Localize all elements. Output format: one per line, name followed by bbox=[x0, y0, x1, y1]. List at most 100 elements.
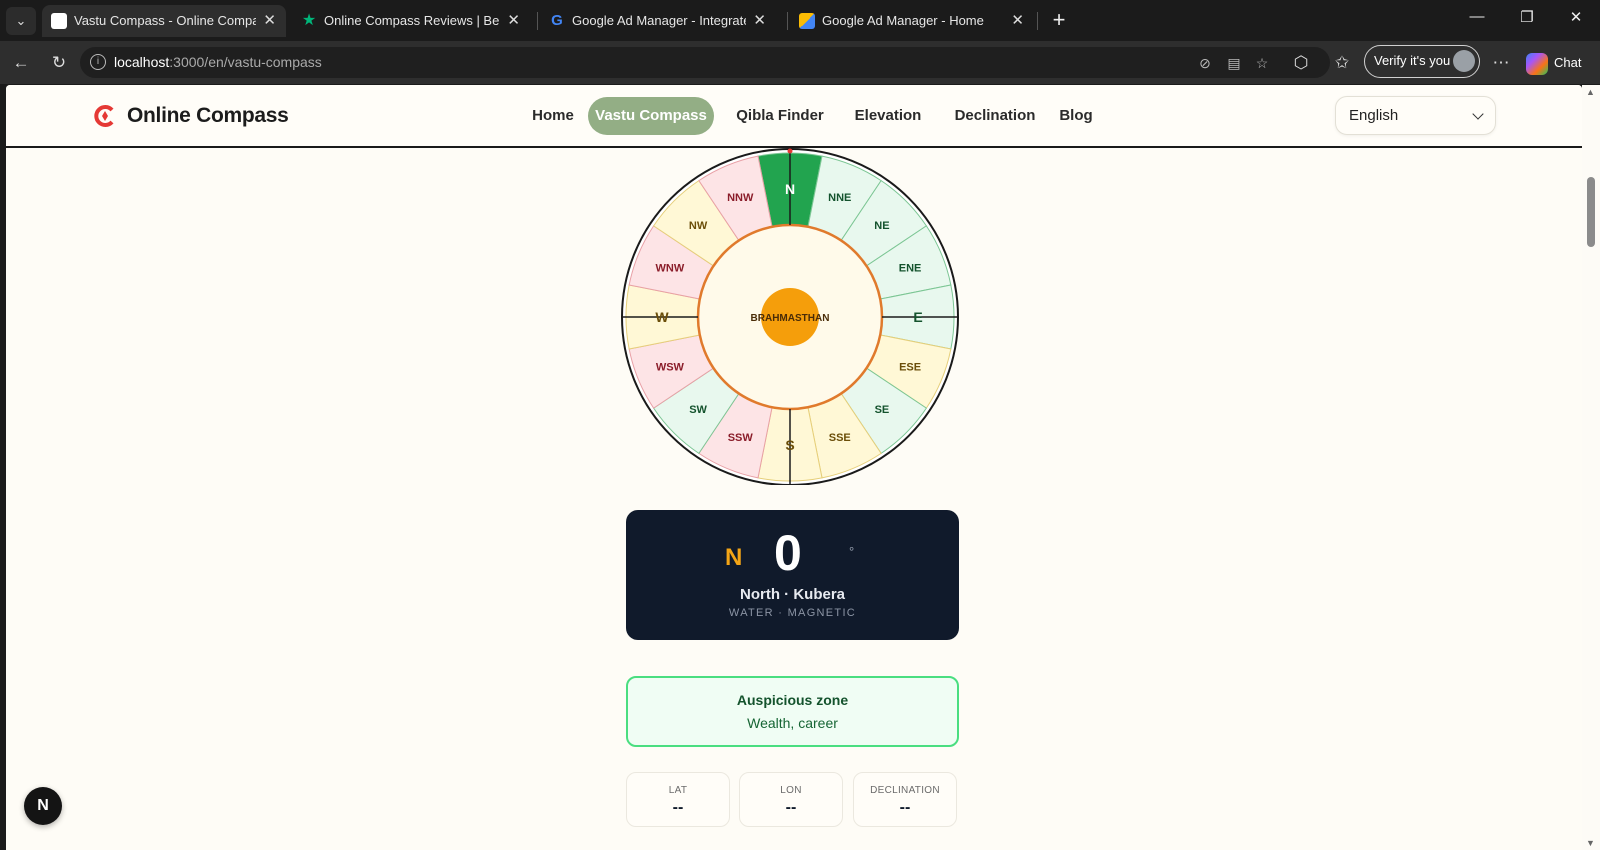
tab-reviews[interactable]: ★ Online Compass Reviews | Be the fi ✕ bbox=[292, 5, 530, 37]
reader-mode-icon[interactable]: ▤ bbox=[1224, 53, 1244, 73]
zone-label-se: SE bbox=[875, 404, 890, 416]
tab-vastu-compass[interactable]: Vastu Compass - Online Compass ✕ bbox=[42, 5, 286, 37]
page-scrollbar[interactable]: ▲ ▼ bbox=[1582, 85, 1600, 850]
google-g-icon: G bbox=[551, 12, 563, 29]
lon-card: LON -- bbox=[739, 772, 843, 827]
ad-manager-icon bbox=[799, 13, 815, 29]
site-header: Online Compass Home Vastu Compass Qibla … bbox=[6, 85, 1582, 148]
stat-value: -- bbox=[672, 799, 684, 816]
zone-title: Auspicious zone bbox=[736, 692, 849, 708]
browser-toolbar: ← ↻ i localhost:3000/en/vastu-compass ⊘ … bbox=[0, 41, 1600, 84]
direction-name: North · Kubera bbox=[740, 586, 845, 603]
tab-title: Google Ad Manager - Integrated A bbox=[572, 13, 746, 28]
zone-description: Wealth, career bbox=[747, 715, 838, 731]
language-select[interactable]: English bbox=[1335, 96, 1496, 135]
zone-label-ne: NE bbox=[874, 220, 889, 232]
compass-svg: N NNE NE ENE E ESE SE SSE S SSW SW WSW W WNW NW NNW BRAH… bbox=[621, 148, 959, 485]
nextjs-dev-badge[interactable]: N bbox=[24, 787, 62, 825]
chat-label: Chat bbox=[1554, 55, 1582, 70]
address-bar[interactable]: i localhost:3000/en/vastu-compass ⊘ ▤ ☆ bbox=[80, 47, 1330, 78]
close-tab-icon[interactable]: ✕ bbox=[507, 5, 520, 37]
profile-avatar bbox=[1453, 50, 1475, 72]
nav-blog[interactable]: Blog bbox=[1056, 97, 1096, 135]
brand-name: Online Compass bbox=[127, 104, 289, 127]
zone-label-nnw: NNW bbox=[727, 192, 754, 204]
chevron-down-icon bbox=[1472, 108, 1484, 120]
url-host: localhost bbox=[114, 54, 170, 70]
zone-label-wnw: WNW bbox=[656, 262, 685, 274]
tab-separator bbox=[537, 12, 538, 30]
browser-tab-bar: ⌄ Vastu Compass - Online Compass ✕ ★ Onl… bbox=[0, 0, 1600, 41]
nav-vastu-compass[interactable]: Vastu Compass bbox=[588, 97, 714, 135]
page-viewport: Online Compass Home Vastu Compass Qibla … bbox=[6, 85, 1582, 850]
extensions-icon[interactable]: ⬡ bbox=[1289, 51, 1313, 75]
compass-logo-icon bbox=[94, 105, 114, 127]
back-icon[interactable]: ← bbox=[9, 51, 33, 75]
scroll-down-icon[interactable]: ▼ bbox=[1586, 838, 1595, 848]
tab-title: Online Compass Reviews | Be the fi bbox=[324, 13, 500, 28]
element-and-mode: WATER · MAGNETIC bbox=[728, 607, 857, 619]
zone-label-nw: NW bbox=[689, 220, 708, 232]
brahmasthan-label: BRAHMASTHAN bbox=[751, 313, 830, 324]
stat-label: LAT bbox=[668, 785, 688, 796]
url-text[interactable]: localhost:3000/en/vastu-compass bbox=[114, 47, 322, 78]
tab-ad-manager-integrated[interactable]: G Google Ad Manager - Integrated A ✕ bbox=[540, 5, 776, 37]
degrees-value: 0 bbox=[774, 525, 802, 581]
online-compass-favicon bbox=[51, 13, 67, 29]
zone-label-wsw: WSW bbox=[656, 362, 685, 374]
zone-label-ssw: SSW bbox=[728, 432, 754, 444]
stat-value: -- bbox=[899, 799, 911, 816]
site-info-icon[interactable]: i bbox=[90, 54, 106, 70]
favorites-icon[interactable]: ✩ bbox=[1330, 51, 1354, 75]
zone-label-nne: NNE bbox=[828, 192, 851, 204]
new-tab-button[interactable]: + bbox=[1046, 8, 1072, 34]
zone-label-e: E bbox=[913, 309, 922, 325]
close-tab-icon[interactable]: ✕ bbox=[753, 5, 766, 37]
zone-label-sw: SW bbox=[689, 404, 707, 416]
close-tab-icon[interactable]: ✕ bbox=[1011, 5, 1024, 37]
zone-label-s: S bbox=[785, 437, 794, 453]
reload-icon[interactable]: ↻ bbox=[47, 51, 71, 75]
nav-home[interactable]: Home bbox=[523, 97, 583, 135]
more-options-icon[interactable]: ⋯ bbox=[1489, 51, 1513, 75]
copilot-icon bbox=[1526, 52, 1548, 75]
zone-label-ene: ENE bbox=[899, 262, 922, 274]
nav-declination[interactable]: Declination bbox=[944, 97, 1046, 135]
close-window-icon[interactable]: ✕ bbox=[1561, 8, 1591, 26]
declination-card: DECLINATION -- bbox=[853, 772, 957, 827]
restore-icon[interactable]: ❐ bbox=[1512, 8, 1542, 26]
verify-profile-button[interactable]: Verify it's you bbox=[1364, 45, 1480, 78]
tab-separator bbox=[787, 12, 788, 30]
north-marker bbox=[787, 148, 793, 154]
copilot-chat-button[interactable]: Chat bbox=[1526, 51, 1581, 75]
language-value: English bbox=[1349, 107, 1399, 124]
zone-info-card: Auspicious zone Wealth, career bbox=[626, 676, 959, 747]
stat-value: -- bbox=[785, 799, 797, 816]
minimize-icon[interactable]: — bbox=[1462, 8, 1492, 25]
zone-label-w: W bbox=[655, 309, 669, 325]
heading-readout: N 0 ° North · Kubera WATER · MAGNETIC bbox=[626, 510, 959, 640]
favorite-star-icon[interactable]: ☆ bbox=[1252, 53, 1272, 73]
tab-title: Google Ad Manager - Home bbox=[822, 13, 984, 28]
nav-qibla-finder[interactable]: Qibla Finder bbox=[731, 97, 829, 135]
degree-symbol: ° bbox=[849, 544, 855, 559]
zone-label-n: N bbox=[785, 181, 795, 197]
vastu-compass-dial[interactable]: N NNE NE ENE E ESE SE SSE S SSW SW WSW W WNW NW NNW BRAH… bbox=[618, 147, 962, 485]
direction-letter: N bbox=[725, 544, 743, 571]
scroll-up-icon[interactable]: ▲ bbox=[1586, 87, 1595, 97]
verify-label: Verify it's you bbox=[1374, 53, 1451, 68]
nav-elevation[interactable]: Elevation bbox=[845, 97, 931, 135]
scroll-thumb[interactable] bbox=[1587, 177, 1595, 247]
zone-label-ese: ESE bbox=[899, 362, 921, 374]
url-path: :3000/en/vastu-compass bbox=[169, 54, 322, 70]
stat-label: LON bbox=[780, 785, 802, 796]
tab-list-button[interactable]: ⌄ bbox=[6, 7, 36, 35]
tab-ad-manager-home[interactable]: Google Ad Manager - Home ✕ bbox=[790, 5, 1034, 37]
zone-label-sse: SSE bbox=[829, 432, 851, 444]
close-tab-icon[interactable]: ✕ bbox=[263, 5, 276, 37]
tracking-prevention-icon[interactable]: ⊘ bbox=[1195, 53, 1215, 73]
stat-label: DECLINATION bbox=[870, 785, 940, 796]
tab-separator bbox=[1037, 12, 1038, 30]
tab-title: Vastu Compass - Online Compass bbox=[74, 13, 256, 28]
lat-card: LAT -- bbox=[626, 772, 730, 827]
